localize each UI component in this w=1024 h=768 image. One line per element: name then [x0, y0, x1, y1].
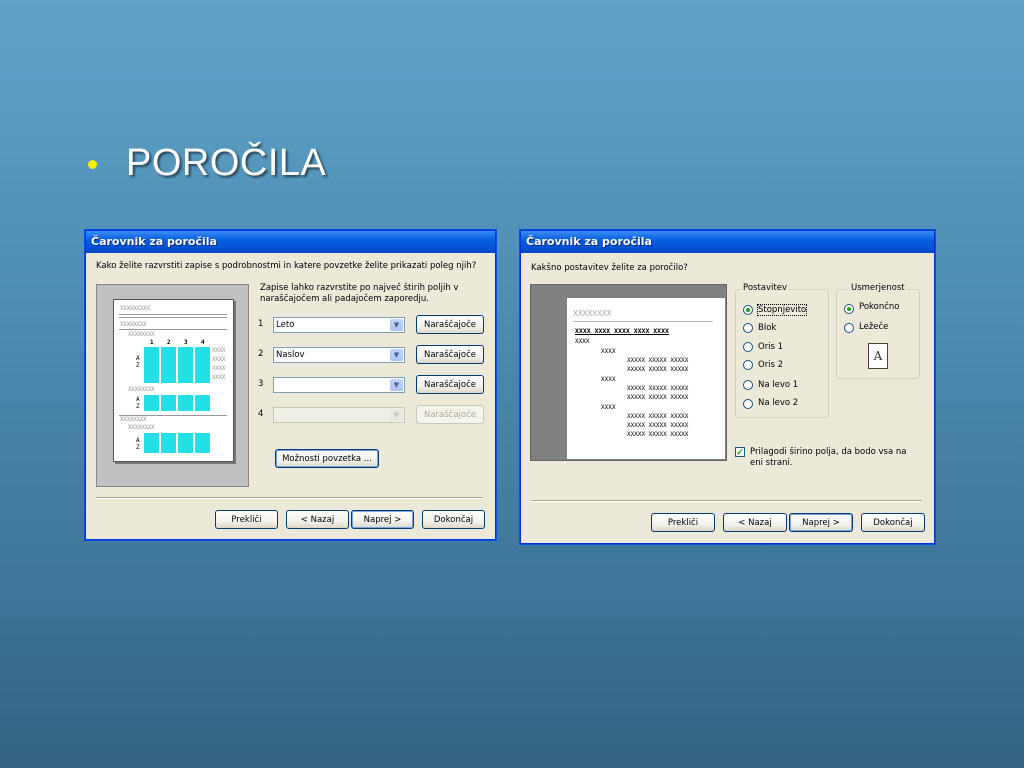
sort-marker: A Z	[136, 437, 140, 451]
preview-page: XXXXXXXXX XXXXXXXX XXXXXXXX 1 2 3 4 A Z …	[113, 299, 234, 462]
layout-align-left1-radio[interactable]	[743, 380, 753, 390]
col-number-1: 1	[150, 339, 154, 346]
sort-marker: A Z	[136, 396, 140, 410]
layout-stepped-radio[interactable]	[743, 305, 753, 315]
orientation-landscape-radio[interactable]	[844, 323, 854, 333]
col-number-3: 3	[184, 339, 188, 346]
layout-option-label[interactable]: Stopnjevito	[756, 304, 808, 316]
sort-hint: Zapise lahko razvrstite po največ štirih…	[260, 283, 459, 293]
chevron-down-icon: ▼	[390, 409, 403, 421]
layout-option-label[interactable]: Oris 2	[758, 360, 783, 370]
chevron-down-icon[interactable]: ▼	[390, 379, 403, 391]
sort-row-number: 4	[258, 409, 264, 419]
layout-option-label[interactable]: Na levo 2	[758, 398, 798, 408]
orientation-portrait-radio[interactable]	[844, 304, 854, 314]
slide-title: POROČILA	[126, 142, 327, 184]
cancel-button[interactable]: Prekliči	[215, 510, 278, 529]
preview-columns: XXXX XXXX XXXX XXXX XXXX	[575, 327, 669, 335]
col-number-2: 2	[167, 339, 171, 346]
bullet-icon	[88, 152, 104, 169]
preview-header: XXXXXXXXX	[120, 305, 150, 312]
layout-outline1-radio[interactable]	[743, 342, 753, 352]
sort-field-1-select[interactable]: Leto ▼	[273, 317, 405, 333]
preview-group: XXXXXXXX	[128, 386, 155, 393]
sort-row-number: 2	[258, 349, 264, 359]
dialog-title: Čarovnik za poročila	[521, 231, 934, 253]
back-button[interactable]: < Nazaj	[723, 513, 787, 532]
next-button[interactable]: Naprej >	[789, 513, 853, 532]
finish-button[interactable]: Dokončaj	[861, 513, 925, 532]
sort-order-2-button[interactable]: Naraščajoče	[416, 345, 484, 364]
report-wizard-layout-dialog: Čarovnik za poročila Kakšno postavitev ž…	[520, 230, 935, 544]
chevron-down-icon[interactable]: ▼	[390, 319, 403, 331]
sort-field-2-select[interactable]: Naslov ▼	[273, 347, 405, 363]
orientation-group-title: Usmerjenost	[849, 283, 907, 293]
sort-row-number: 1	[258, 319, 264, 329]
fit-width-label: eni strani.	[750, 458, 793, 468]
preview-group: XXXXXXXX	[120, 416, 147, 423]
sort-row-number: 3	[258, 379, 264, 389]
fit-width-checkbox[interactable]: ✓	[735, 447, 745, 457]
sort-marker: A Z	[136, 355, 140, 369]
dialog-prompt: Kako želite razvrstiti zapise s podrobno…	[96, 261, 477, 271]
preview-group: XXXXXXXX	[128, 424, 155, 431]
cancel-button[interactable]: Prekliči	[651, 513, 715, 532]
report-wizard-sorting-dialog: Čarovnik za poročila Kako želite razvrst…	[85, 230, 496, 540]
sort-order-3-button[interactable]: Naraščajoče	[416, 375, 484, 394]
dialog-title: Čarovnik za poročila	[86, 231, 495, 253]
layout-preview: XXXXXXXX XXXX XXXX XXXX XXXX XXXX XXXX X…	[530, 284, 727, 461]
layout-option-label[interactable]: Oris 1	[758, 342, 783, 352]
orientation-option-label[interactable]: Ležeče	[859, 322, 888, 332]
sort-field-3-select[interactable]: ▼	[273, 377, 405, 393]
preview-header: XXXXXXXX	[573, 309, 612, 318]
chevron-down-icon[interactable]: ▼	[390, 349, 403, 361]
layout-option-label[interactable]: Blok	[758, 323, 776, 333]
preview-group: XXXXXXXX	[120, 321, 147, 328]
dialog-prompt: Kakšno postavitev želite za poročilo?	[531, 263, 688, 273]
layout-option-label[interactable]: Na levo 1	[758, 380, 798, 390]
summary-options-button[interactable]: Možnosti povzetka ...	[275, 449, 379, 468]
layout-group-title: Postavitev	[741, 283, 789, 293]
sort-order-1-button[interactable]: Naraščajoče	[416, 315, 484, 334]
sort-hint: naraščajočem ali padajočem zaporedju.	[260, 294, 429, 304]
preview-group: XXXXXXXX	[128, 331, 155, 338]
portrait-page-icon: A	[868, 343, 888, 369]
back-button[interactable]: < Nazaj	[286, 510, 349, 529]
next-button[interactable]: Naprej >	[351, 510, 414, 529]
sort-order-4-button[interactable]: Naraščajoče	[416, 405, 484, 424]
fit-width-label[interactable]: Prilagodi širino polja, da bodo vsa na	[750, 447, 907, 457]
orientation-option-label[interactable]: Pokončno	[859, 302, 900, 312]
col-number-4: 4	[201, 339, 205, 346]
finish-button[interactable]: Dokončaj	[422, 510, 485, 529]
sorting-preview: XXXXXXXXX XXXXXXXX XXXXXXXX 1 2 3 4 A Z …	[96, 284, 249, 487]
layout-block-radio[interactable]	[743, 323, 753, 333]
sort-field-4-select[interactable]: ▼	[273, 407, 405, 423]
layout-outline2-radio[interactable]	[743, 360, 753, 370]
layout-align-left2-radio[interactable]	[743, 399, 753, 409]
